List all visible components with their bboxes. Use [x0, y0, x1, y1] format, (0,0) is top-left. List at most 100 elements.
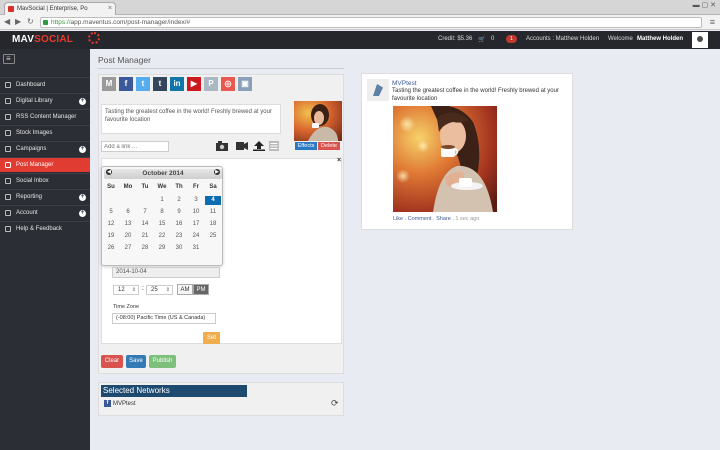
calendar-day[interactable]: 30	[171, 244, 187, 253]
calendar-day[interactable]: 16	[171, 220, 187, 229]
date-input[interactable]: 2014-10-04	[112, 267, 220, 278]
next-month-icon[interactable]: ▶	[214, 169, 220, 175]
facebook-icon: f	[104, 400, 111, 407]
sidebar-item-dashboard[interactable]: Dashboard	[0, 77, 90, 92]
url-field[interactable]: https://app.maventus.com/post-manager/in…	[40, 17, 702, 28]
delete-image-button[interactable]: Delete	[318, 142, 340, 150]
calendar-day[interactable]: 9	[171, 208, 187, 217]
set-button[interactable]: Set	[203, 332, 220, 344]
close-tab-icon[interactable]: ×	[108, 3, 112, 15]
preview-account-name[interactable]: MVPtest	[392, 80, 417, 87]
calendar-day[interactable]: 8	[154, 208, 170, 217]
tumblr-icon[interactable]: t	[153, 77, 167, 91]
refresh-icon[interactable]: ⟳	[331, 398, 339, 409]
calendar-day[interactable]: 13	[120, 220, 136, 229]
sidebar-item-help-feedback[interactable]: Help & Feedback	[0, 221, 90, 236]
sidebar-item-rss-content-manager[interactable]: RSS Content Manager	[0, 109, 90, 124]
prev-month-icon[interactable]: ◀	[106, 169, 112, 175]
video-icon[interactable]	[236, 141, 248, 151]
calendar-day[interactable]: 5	[103, 208, 119, 217]
calendar-day[interactable]: 28	[137, 244, 153, 253]
calendar-day[interactable]: 27	[120, 244, 136, 253]
hour-select[interactable]: 12 ⇕	[113, 285, 139, 295]
calendar-day[interactable]: 4	[205, 196, 221, 205]
selected-network-item[interactable]: f MVPtest	[104, 400, 136, 408]
calendar-day[interactable]: 18	[205, 220, 221, 229]
pinterest-icon[interactable]: P	[204, 77, 218, 91]
expand-plus-icon[interactable]: +	[79, 146, 86, 153]
mavsocial-icon[interactable]: M	[102, 77, 116, 91]
sidebar-item-social-inbox[interactable]: Social Inbox	[0, 173, 90, 188]
like-link[interactable]: Like	[393, 216, 403, 222]
calendar-day[interactable]: 15	[154, 220, 170, 229]
calendar-day[interactable]: 20	[120, 232, 136, 241]
calendar-day[interactable]: 31	[188, 244, 204, 253]
publish-button[interactable]: Publish	[149, 355, 176, 368]
calendar-day[interactable]: 7	[137, 208, 153, 217]
pm-toggle[interactable]: PM	[193, 284, 209, 295]
calendar-day[interactable]: 19	[103, 232, 119, 241]
facebook-icon[interactable]: f	[119, 77, 133, 91]
comment-link[interactable]: Comment	[408, 216, 432, 222]
sidebar-item-icon	[5, 82, 11, 88]
expand-plus-icon[interactable]: +	[79, 210, 86, 217]
calendar-day[interactable]: 6	[120, 208, 136, 217]
back-icon[interactable]: ◀	[4, 17, 10, 27]
calendar-day[interactable]: 25	[205, 232, 221, 241]
calendar-day[interactable]: 22	[154, 232, 170, 241]
am-toggle[interactable]: AM	[177, 284, 193, 295]
calendar-day[interactable]: 17	[188, 220, 204, 229]
mavsocial-logo[interactable]: MAVSOCIAL	[12, 32, 100, 45]
add-link-input[interactable]	[101, 141, 169, 152]
sidebar-item-account[interactable]: Account +	[0, 205, 90, 220]
minute-select[interactable]: 25 ⇕	[146, 285, 173, 295]
sidebar-item-campaigns[interactable]: Campaigns +	[0, 141, 90, 156]
user-avatar[interactable]	[692, 32, 708, 48]
post-image-thumbnail[interactable]	[294, 101, 342, 141]
sidebar-item-reporting[interactable]: Reporting +	[0, 189, 90, 204]
browser-menu-icon[interactable]: ≡	[710, 17, 715, 27]
browser-tab[interactable]: MavSocial | Enterprise, Po ×	[4, 2, 116, 15]
eye-network-icon[interactable]: ◎	[221, 77, 235, 91]
calendar-day[interactable]: 10	[188, 208, 204, 217]
effects-button[interactable]: Effects	[295, 142, 317, 150]
window-controls-icon[interactable]: ▬ ▢ ✕	[693, 1, 716, 9]
calendar-day[interactable]: 3	[188, 196, 204, 205]
expand-plus-icon[interactable]: +	[79, 194, 86, 201]
image-network-icon[interactable]: ▣	[238, 77, 252, 91]
expand-plus-icon[interactable]: +	[79, 98, 86, 105]
user-name[interactable]: Matthew Holden	[637, 36, 683, 42]
sidebar-toggle-icon[interactable]	[3, 54, 15, 64]
sidebar-item-post-manager[interactable]: Post Manager	[0, 157, 90, 172]
calendar-day[interactable]: 23	[171, 232, 187, 241]
twitter-icon[interactable]: t	[136, 77, 150, 91]
upload-icon[interactable]	[253, 141, 265, 151]
save-button[interactable]: Save	[126, 355, 146, 368]
camera-icon[interactable]	[216, 141, 228, 151]
reload-icon[interactable]: ↻	[27, 17, 34, 27]
sidebar-item-icon	[5, 178, 11, 184]
clear-button[interactable]: Clear	[101, 355, 123, 368]
calendar-day[interactable]: 1	[154, 196, 170, 205]
calendar-day[interactable]: 26	[103, 244, 119, 253]
share-link[interactable]: Share	[436, 216, 451, 222]
calendar-day[interactable]: 14	[137, 220, 153, 229]
calendar-day[interactable]: 29	[154, 244, 170, 253]
forward-icon[interactable]: ▶	[15, 17, 21, 27]
calendar-day[interactable]: 2	[171, 196, 187, 205]
document-icon[interactable]	[268, 141, 280, 151]
sidebar-item-stock-images[interactable]: Stock Images	[0, 125, 90, 140]
post-text-area[interactable]: Tasting the greatest coffee in the world…	[101, 104, 281, 134]
accounts-dropdown[interactable]: Accounts : Matthew Holden	[526, 36, 599, 42]
linkedin-icon[interactable]: in	[170, 77, 184, 91]
calendar-day[interactable]: 24	[188, 232, 204, 241]
close-schedule-icon[interactable]: ×	[337, 157, 341, 164]
calendar-day[interactable]: 21	[137, 232, 153, 241]
youtube-icon[interactable]: ▶	[187, 77, 201, 91]
cart-icon[interactable]: 🛒	[478, 36, 485, 43]
calendar-day[interactable]: 12	[103, 220, 119, 229]
sidebar-item-digital-library[interactable]: Digital Library +	[0, 93, 90, 108]
notification-badge[interactable]: 1	[506, 35, 518, 43]
timezone-select[interactable]: (-08:00) Pacific Time (US & Canada)	[112, 313, 216, 324]
calendar-day[interactable]: 11	[205, 208, 221, 217]
